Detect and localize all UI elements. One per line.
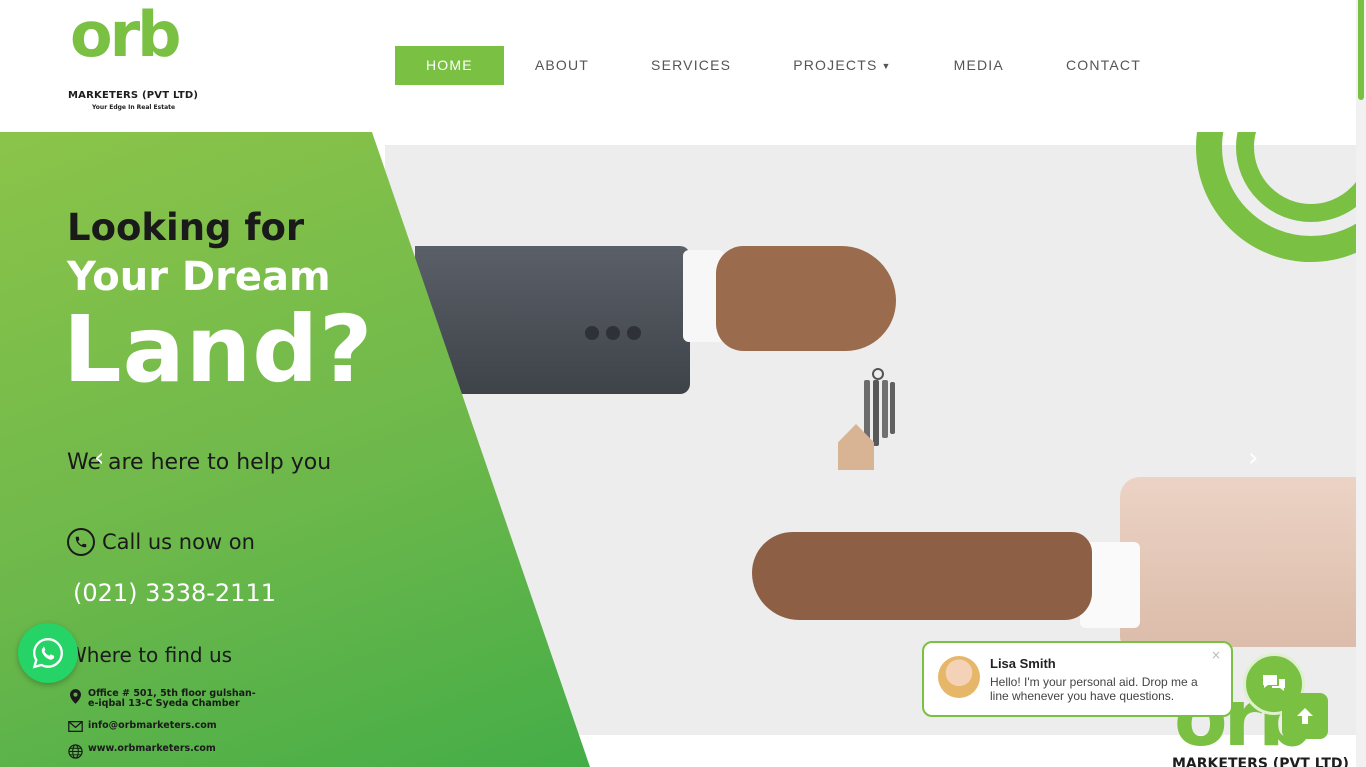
main-nav: HOME ABOUT SERVICES PROJECTS ▼ MEDIA CONT… [395,46,1172,85]
scrollbar-thumb[interactable] [1358,0,1364,100]
slider-next-arrow[interactable]: › [1248,443,1258,473]
website-row: www.orbmarketers.com [67,744,216,759]
sleeve-button [606,326,620,340]
nav-about[interactable]: ABOUT [504,46,620,85]
avatar [938,656,980,698]
website-text[interactable]: www.orbmarketers.com [88,744,216,754]
address-text: Office # 501, 5th floor gulshan-e-iqbal … [88,688,256,709]
chat-greeting-bubble[interactable]: Lisa Smith Hello! I'm your personal aid.… [922,641,1233,717]
nav-services-label: SERVICES [651,57,732,73]
nav-home-label: HOME [426,57,473,73]
chat-agent-name: Lisa Smith [990,656,1056,671]
email-row: info@orbmarketers.com [67,721,217,732]
hero-heading-line2: Your Dream [67,254,331,300]
whatsapp-icon [32,638,63,669]
site-header: orb MARKETERS (PVT LTD) Your Edge In Rea… [0,0,1356,132]
suit-sleeve [415,246,690,394]
sleeve-button [585,326,599,340]
giving-hand [716,246,896,351]
address-row: Office # 501, 5th floor gulshan-e-iqbal … [67,689,258,709]
nav-services[interactable]: SERVICES [620,46,762,85]
nav-about-label: ABOUT [534,57,590,73]
sleeve-button [627,326,641,340]
logo-tagline: Your Edge In Real Estate [92,104,176,111]
email-text[interactable]: info@orbmarketers.com [88,721,217,731]
hero-heading-line1: Looking for [67,206,305,249]
where-label: Where to find us [67,643,233,667]
phone-icon [67,528,95,556]
nav-contact[interactable]: CONTACT [1035,46,1172,85]
nav-home[interactable]: HOME [395,46,504,85]
nav-projects[interactable]: PROJECTS ▼ [762,46,922,85]
logo-subtitle: MARKETERS (PVT LTD) [68,90,199,101]
decorative-ring-inner [1236,132,1356,222]
call-row: Call us now on [67,528,255,556]
envelope-icon [67,721,83,732]
nav-media[interactable]: MEDIA [923,46,1035,85]
nav-contact-label: CONTACT [1065,57,1141,73]
nav-media-label: MEDIA [953,57,1004,73]
receiver-sleeve [1120,477,1356,647]
arrow-up-icon [1297,708,1313,724]
chat-message: Hello! I'm your personal aid. Drop me a … [990,675,1198,703]
hero-heading-line3: Land? [63,296,374,403]
chevron-down-icon: ▼ [881,61,892,71]
call-label: Call us now on [102,530,255,554]
nav-projects-label: PROJECTS [793,57,878,73]
site-logo[interactable]: orb MARKETERS (PVT LTD) Your Edge In Rea… [66,4,216,118]
scroll-to-top-button[interactable] [1282,693,1328,739]
close-icon[interactable]: × [1211,648,1221,662]
hero-help-text: We are here to help you [67,450,332,475]
location-pin-icon [67,689,83,704]
receiving-hand [752,532,1092,620]
phone-number[interactable]: (021) 3338-2111 [73,579,276,607]
chat-icon [1263,675,1285,691]
hero-logo-subtitle: MARKETERS (PVT LTD) [1172,756,1349,767]
whatsapp-button[interactable] [18,623,78,683]
logo-brand: orb [70,0,182,71]
page-scrollbar[interactable] [1356,0,1366,767]
slider-prev-arrow[interactable]: ‹ [94,443,104,473]
globe-icon [67,744,83,759]
